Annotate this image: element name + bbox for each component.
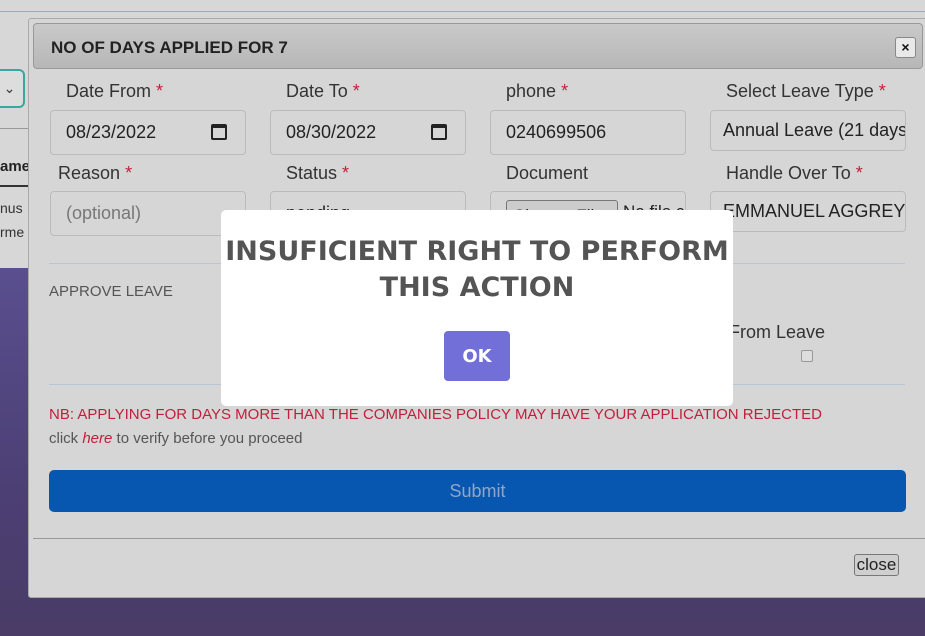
- table-column-header: ame: [0, 158, 31, 175]
- from-leave-label: From Leave: [729, 322, 826, 342]
- leave-type-label: Select Leave Type *: [726, 81, 886, 102]
- calendar-icon[interactable]: [211, 124, 227, 140]
- table-cell: rme: [0, 224, 25, 240]
- date-to-label-text: Date To: [286, 81, 348, 101]
- background-rule: [0, 128, 30, 129]
- date-to-value: 08/30/2022: [286, 122, 377, 142]
- table-cell: nus: [0, 200, 23, 216]
- verify-prefix: click: [49, 430, 79, 447]
- modal-header: NO OF DAYS APPLIED FOR 7 ×: [33, 23, 923, 69]
- from-leave-checkbox[interactable]: [801, 350, 813, 362]
- close-icon[interactable]: ×: [895, 37, 916, 58]
- leave-type-value: Annual Leave (21 days): [723, 120, 906, 140]
- verify-note: click here to verify before you proceed: [49, 430, 303, 447]
- phone-label: phone *: [506, 81, 568, 102]
- close-button[interactable]: close: [854, 554, 899, 576]
- column-underline: [0, 185, 28, 187]
- reason-label: Reason *: [58, 163, 132, 184]
- date-to-label: Date To *: [286, 81, 360, 102]
- required-mark: *: [878, 81, 886, 101]
- ok-button[interactable]: OK: [444, 331, 510, 381]
- phone-label-text: phone: [506, 81, 557, 101]
- modal-footer-divider: [33, 538, 925, 539]
- modal-title: NO OF DAYS APPLIED FOR 7: [51, 38, 288, 57]
- document-label: Document: [506, 163, 588, 184]
- leave-type-label-text: Select Leave Type: [726, 81, 874, 101]
- reason-label-text: Reason: [58, 163, 121, 183]
- background-select[interactable]: ⌄: [0, 69, 25, 108]
- required-mark: *: [561, 81, 569, 101]
- required-mark: *: [342, 163, 350, 183]
- alert-dialog: INSUFICIENT RIGHT TO PERFORM THIS ACTION…: [221, 210, 733, 406]
- date-to-input[interactable]: 08/30/2022: [270, 110, 466, 155]
- required-mark: *: [855, 163, 863, 183]
- required-mark: *: [125, 163, 133, 183]
- status-label: Status *: [286, 163, 349, 184]
- verify-suffix: to verify before you proceed: [116, 430, 303, 447]
- date-from-label-text: Date From: [66, 81, 152, 101]
- phone-input[interactable]: 0240699506: [490, 110, 686, 155]
- leave-type-select[interactable]: Annual Leave (21 days): [710, 110, 906, 151]
- approve-leave-heading: APPROVE LEAVE: [49, 283, 173, 300]
- verify-link[interactable]: here: [82, 430, 112, 447]
- date-from-label: Date From *: [66, 81, 163, 102]
- handle-over-value: EMMANUEL AGGREY: [723, 201, 906, 221]
- phone-value: 0240699506: [506, 122, 607, 142]
- date-from-value: 08/23/2022: [66, 122, 157, 142]
- handle-over-label: Handle Over To *: [726, 163, 863, 184]
- submit-button[interactable]: Submit: [49, 470, 906, 512]
- document-label-text: Document: [506, 163, 589, 183]
- status-label-text: Status: [286, 163, 338, 183]
- policy-warning: NB: APPLYING FOR DAYS MORE THAN THE COMP…: [49, 406, 822, 423]
- reason-placeholder: (optional): [66, 203, 142, 223]
- alert-title: INSUFICIENT RIGHT TO PERFORM THIS ACTION: [225, 236, 729, 303]
- handle-over-input[interactable]: EMMANUEL AGGREY: [710, 191, 906, 232]
- calendar-icon[interactable]: [431, 124, 447, 140]
- reason-input[interactable]: (optional): [50, 191, 246, 236]
- chevron-down-icon: ⌄: [3, 80, 16, 96]
- required-mark: *: [352, 81, 360, 101]
- date-from-input[interactable]: 08/23/2022: [50, 110, 246, 155]
- required-mark: *: [156, 81, 164, 101]
- handle-over-label-text: Handle Over To: [726, 163, 851, 183]
- background-divider: [0, 11, 925, 12]
